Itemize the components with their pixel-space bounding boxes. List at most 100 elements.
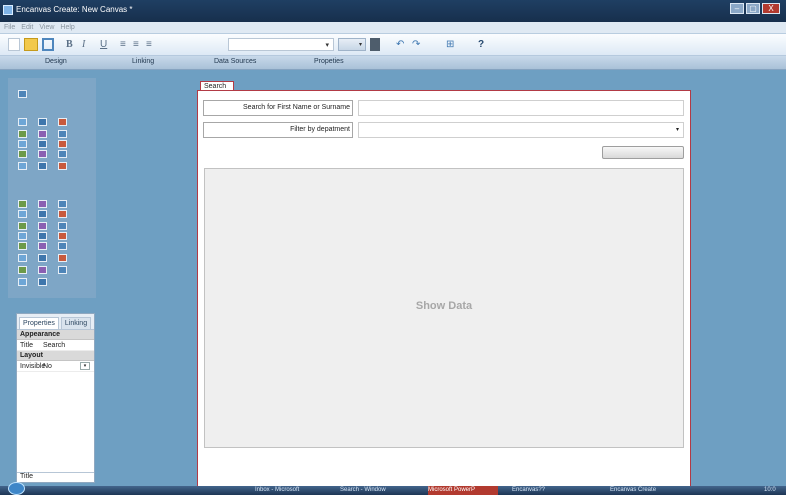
start-button[interactable] (8, 482, 25, 495)
menu-edit[interactable]: Edit (21, 22, 33, 33)
window-controls: – ▢ X (730, 3, 780, 14)
toolbox-tool-icon[interactable] (18, 266, 27, 274)
toolbox-tool-icon[interactable] (38, 278, 47, 286)
property-row-title[interactable]: Title Search (17, 340, 94, 351)
toolbox-tool-icon[interactable] (58, 150, 67, 158)
toolbox-tool-icon[interactable] (38, 150, 47, 158)
toolbox-tool-icon[interactable] (58, 140, 67, 148)
taskbar-item[interactable]: Inbox - Microsoft (255, 486, 325, 495)
toolbox-tool-icon[interactable] (58, 254, 67, 262)
menu-help[interactable]: Help (60, 22, 74, 33)
tab-design[interactable]: Design (45, 58, 67, 65)
toolbox-tool-icon[interactable] (38, 162, 47, 170)
toolbox-tool-icon[interactable] (38, 140, 47, 148)
font-family-select[interactable]: ▾ (228, 38, 334, 51)
search-input[interactable] (358, 100, 684, 116)
toolbox-tool-icon[interactable] (18, 232, 27, 240)
toolbox-tool-icon[interactable] (18, 118, 27, 126)
app-icon (3, 5, 13, 15)
toolbox-tool-icon[interactable] (58, 210, 67, 218)
toolbox-tool-icon[interactable] (18, 150, 27, 158)
property-row-invisible[interactable]: Invisible No ▾ (17, 361, 94, 372)
title-bar: Encanvas Create: New Canvas * – ▢ X (0, 0, 786, 22)
taskbar-item[interactable]: Encanvas Create (610, 486, 680, 495)
toolbox-tool-icon[interactable] (58, 162, 67, 170)
show-data-grid[interactable]: Show Data (204, 168, 684, 448)
properties-panel: Properties Linking Appearance Title Sear… (16, 313, 95, 483)
toolbox-tool-icon[interactable] (58, 232, 67, 240)
menu-bar: File Edit View Help (0, 22, 786, 34)
help-icon[interactable]: ? (478, 38, 484, 51)
toolbox-tool-icon[interactable] (58, 222, 67, 230)
toolbox-tool-icon[interactable] (18, 130, 27, 138)
toolbox-tool-icon[interactable] (18, 254, 27, 262)
tab-data-sources[interactable]: Data Sources (214, 58, 256, 65)
toolbox-tool-icon[interactable] (58, 242, 67, 250)
toolbox-tool-icon[interactable] (18, 162, 27, 170)
maximize-button[interactable]: ▢ (746, 3, 760, 14)
toolbox-tool-icon[interactable] (58, 266, 67, 274)
toolbox-tool-icon[interactable] (38, 200, 47, 208)
font-size-select[interactable]: ▾ (338, 38, 366, 51)
tab-linking-panel[interactable]: Linking (60, 317, 92, 329)
toolbox-tool-icon[interactable] (18, 90, 27, 98)
underline-button[interactable]: U (100, 38, 107, 51)
minimize-button[interactable]: – (730, 3, 744, 14)
toolbox-tool-icon[interactable] (38, 242, 47, 250)
close-button[interactable]: X (762, 3, 780, 14)
taskbar-item[interactable]: Search - Window (340, 486, 410, 495)
open-folder-icon[interactable] (24, 38, 38, 51)
tab-properties[interactable]: Propeties (314, 58, 344, 65)
undo-icon[interactable]: ↶ (396, 38, 404, 51)
properties-tabs: Properties Linking (17, 314, 94, 330)
dropdown-arrow-icon[interactable]: ▾ (80, 362, 90, 370)
taskbar-clock: 10:0 (764, 487, 776, 493)
taskbar-item[interactable]: Microsoft PowerP (428, 486, 498, 495)
toolbox-tool-icon[interactable] (18, 200, 27, 208)
font-color-icon[interactable] (370, 38, 380, 51)
align-center-icon[interactable]: ≡ (133, 38, 139, 51)
property-key: Title (20, 341, 33, 349)
save-icon[interactable] (42, 38, 54, 51)
italic-button[interactable]: I (82, 38, 85, 51)
toolbox-tool-icon[interactable] (18, 210, 27, 218)
toolbox-tool-icon[interactable] (38, 130, 47, 138)
search-label[interactable]: Search for First Name or Surname (203, 100, 353, 116)
toolbox-tool-icon[interactable] (58, 200, 67, 208)
toolbox-tool-icon[interactable] (38, 232, 47, 240)
filter-label[interactable]: Filter by depatment (203, 122, 353, 138)
toolbox-panel (8, 78, 96, 298)
bold-button[interactable]: B (66, 38, 73, 51)
toolbox-tool-icon[interactable] (38, 254, 47, 262)
toolbox-tool-icon[interactable] (18, 222, 27, 230)
tab-properties-panel[interactable]: Properties (19, 317, 59, 329)
mode-bar: Design Linking Data Sources Propeties (0, 56, 786, 70)
toolbar: B I U ≡ ≡ ≡ ▾ ▾ ↶ ↷ ⊞ ? (0, 34, 786, 56)
property-value[interactable]: No (43, 363, 80, 370)
taskbar-item[interactable]: Encanvas?? (512, 486, 572, 495)
align-left-icon[interactable]: ≡ (120, 38, 126, 51)
toolbox-tool-icon[interactable] (38, 222, 47, 230)
toolbox-tool-icon[interactable] (18, 242, 27, 250)
property-value[interactable]: Search (43, 342, 94, 349)
redo-icon[interactable]: ↷ (412, 38, 420, 51)
toolbox-tool-icon[interactable] (18, 140, 27, 148)
toolbox-tool-icon[interactable] (18, 278, 27, 286)
toolbox-tool-icon[interactable] (38, 266, 47, 274)
new-document-icon[interactable] (8, 38, 20, 51)
toolbox-tool-icon[interactable] (58, 118, 67, 126)
align-right-icon[interactable]: ≡ (146, 38, 152, 51)
appearance-header: Appearance (17, 330, 94, 340)
toolbox-tool-icon[interactable] (38, 118, 47, 126)
toolbox-tool-icon[interactable] (58, 130, 67, 138)
tab-linking[interactable]: Linking (132, 58, 154, 65)
search-button[interactable] (602, 146, 684, 159)
menu-view[interactable]: View (39, 22, 54, 33)
properties-footer: Title (17, 472, 94, 482)
taskbar: Inbox - Microsoft Search - Window Micros… (0, 482, 786, 495)
menu-file[interactable]: File (4, 22, 15, 33)
layout-header: Layout (17, 351, 94, 361)
grid-icon[interactable]: ⊞ (446, 38, 454, 51)
department-select[interactable]: ▾ (358, 122, 684, 138)
toolbox-tool-icon[interactable] (38, 210, 47, 218)
